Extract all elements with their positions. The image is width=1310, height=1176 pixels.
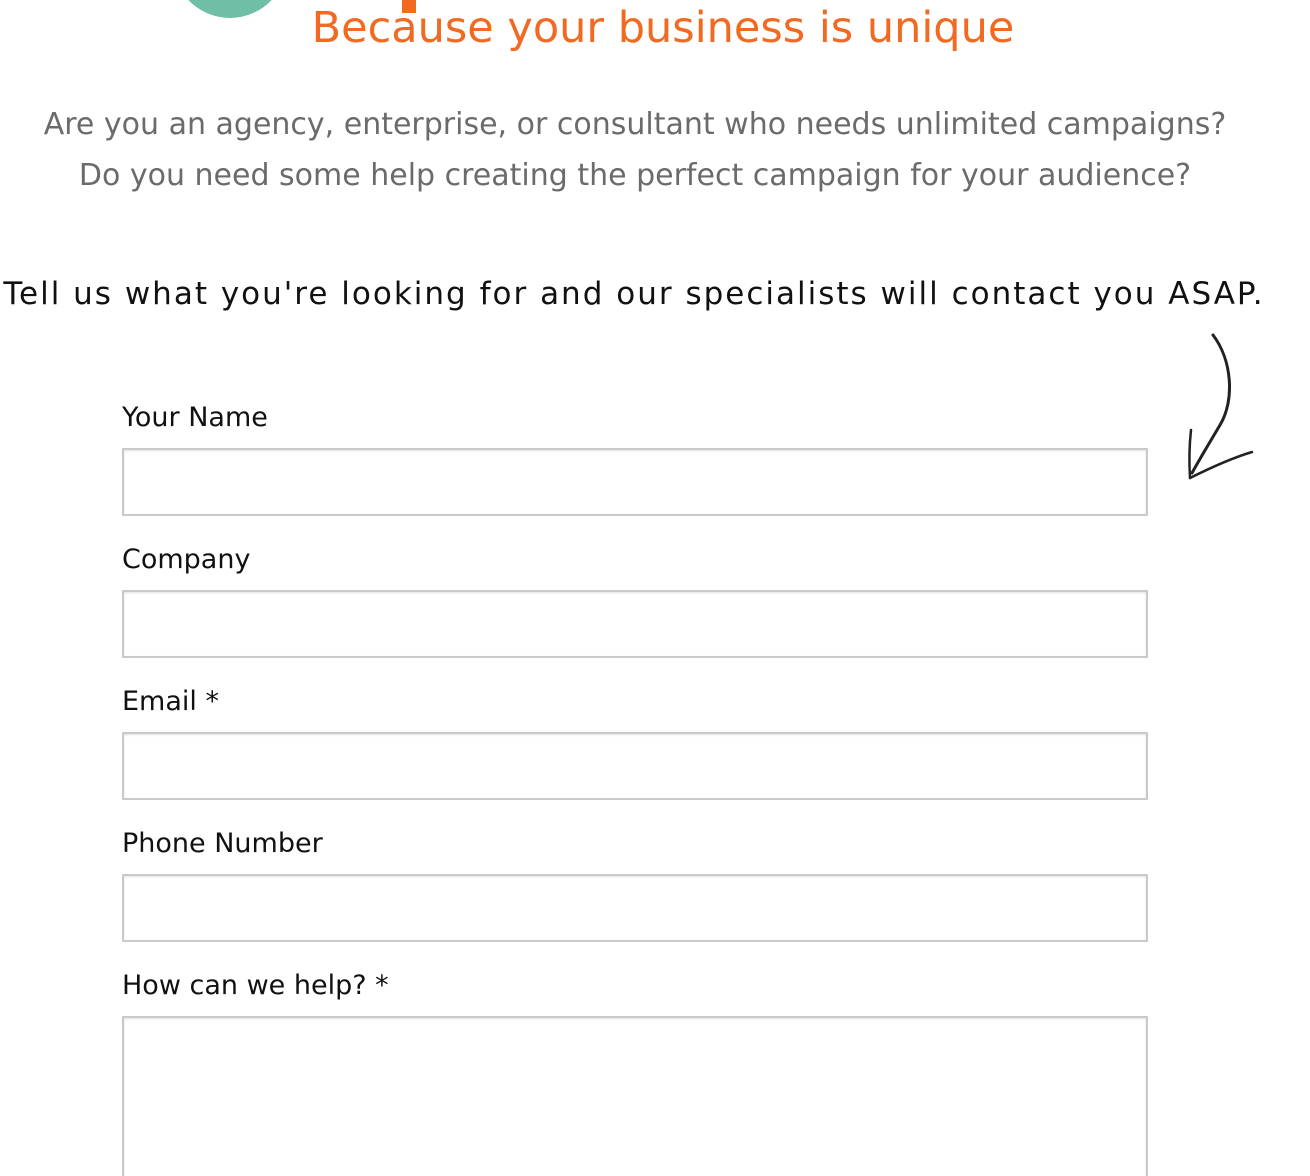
name-field-group: Your Name	[122, 400, 1148, 516]
email-field-group: Email *	[122, 684, 1148, 800]
page-tagline: Because your business is unique	[311, 3, 1015, 53]
phone-label: Phone Number	[122, 828, 323, 859]
intro-line-1: Are you an agency, enterprise, or consul…	[43, 107, 1227, 142]
phone-input[interactable]	[122, 874, 1148, 942]
company-field-group: Company	[122, 542, 1148, 658]
email-label: Email *	[122, 686, 219, 717]
intro-text: Are you an agency, enterprise, or consul…	[0, 99, 1270, 201]
intro-line-2: Do you need some help creating the perfe…	[78, 158, 1192, 193]
name-label: Your Name	[122, 402, 268, 433]
name-input[interactable]	[122, 448, 1148, 516]
help-field-group: How can we help? *	[122, 968, 1148, 1176]
help-label: How can we help? *	[122, 970, 389, 1001]
phone-field-group: Phone Number	[122, 826, 1148, 942]
contact-call-to-action: Tell us what you're looking for and our …	[3, 276, 1265, 312]
email-input[interactable]	[122, 732, 1148, 800]
company-label: Company	[122, 544, 251, 575]
company-input[interactable]	[122, 590, 1148, 658]
help-textarea[interactable]	[122, 1016, 1148, 1176]
hand-drawn-arrow-icon	[1188, 333, 1254, 480]
